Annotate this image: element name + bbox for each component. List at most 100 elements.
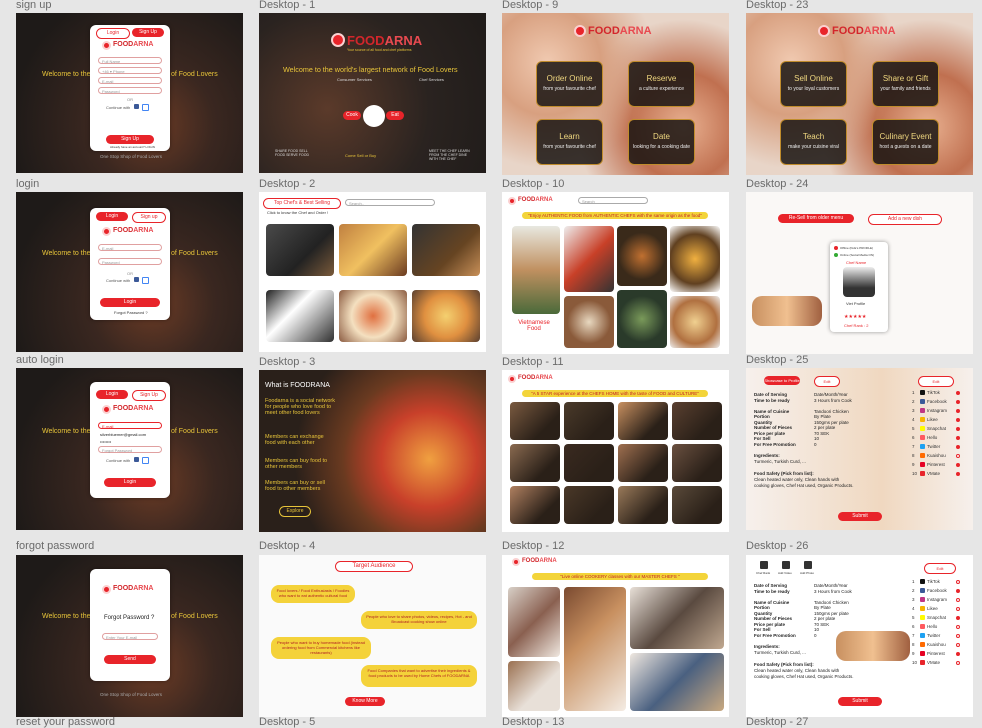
experience-photo[interactable] (672, 444, 722, 482)
experience-photo[interactable] (618, 486, 668, 524)
social-toggle[interactable] (956, 607, 960, 611)
facebook-icon[interactable] (134, 277, 139, 282)
food-photo[interactable] (266, 224, 334, 276)
social-toggle[interactable] (956, 634, 960, 638)
food-photo[interactable] (617, 290, 667, 348)
tab-signup[interactable]: Sign up (132, 212, 166, 223)
password-value[interactable]: •••••••• (100, 439, 111, 444)
forgot-password-field[interactable]: Forgot Password (98, 446, 162, 453)
showcase-tab[interactable]: Showcase to Profile (764, 376, 800, 385)
social-toggle[interactable] (956, 436, 960, 440)
frame-login[interactable]: Welcome to the of Food Lovers Login Sign… (16, 192, 243, 352)
ingredients[interactable]: Turmeric, Turkish Curd, ... (754, 650, 806, 656)
already-have-account[interactable]: Already have an account? LOGIN (110, 145, 155, 149)
offline-dot[interactable] (834, 246, 838, 250)
social-toggle[interactable] (956, 463, 960, 467)
experience-photo[interactable] (510, 402, 560, 440)
food-safety[interactable]: Clean heated water only, Clean hands wit… (754, 668, 854, 679)
experience-photo[interactable] (564, 444, 614, 482)
frame-forgot[interactable]: Welcome to the of Food Lovers FOODARNA F… (16, 555, 243, 717)
class-photo[interactable] (630, 587, 724, 649)
ingredients[interactable]: Turmeric, Turkish Curd, ... (754, 459, 806, 465)
phone-field[interactable]: +46 ▾ Phone (98, 67, 162, 74)
social-toggle[interactable] (956, 427, 960, 431)
facebook-icon[interactable] (134, 457, 139, 462)
email-field[interactable]: E-mail (98, 244, 162, 251)
frame-desktop-4[interactable]: Target Audience Food lovers / Food Enthu… (259, 555, 486, 717)
chef-select[interactable]: Chef Services (419, 77, 444, 82)
frame-desktop-12[interactable]: FOODARNA "Live online COOKERY classes wi… (502, 555, 729, 717)
class-photo[interactable] (564, 587, 626, 711)
food-photo[interactable] (670, 296, 720, 348)
edit-social-tab[interactable]: Edit (924, 563, 956, 574)
edit-social-tab[interactable]: Edit (918, 376, 954, 387)
know-more-button[interactable]: Know More (345, 697, 385, 706)
photo-icon[interactable] (804, 561, 812, 569)
forgot-password-link[interactable]: Forgot Password ? (114, 310, 148, 315)
social-toggle[interactable] (956, 643, 960, 647)
tile-sell-online[interactable]: Sell Online to your loyal customers (780, 61, 847, 107)
form-value[interactable]: 0 (814, 633, 817, 639)
food-photo[interactable] (339, 290, 407, 342)
tab-login[interactable]: Login (96, 28, 130, 39)
tile-date[interactable]: Date looking for a cooking date (628, 119, 695, 165)
social-toggle[interactable] (956, 616, 960, 620)
social-toggle[interactable] (956, 418, 960, 422)
form-value[interactable]: 3 Hours from Cook (814, 589, 852, 595)
frame-desktop-2[interactable]: Top Chef's & Best Selling Search.. Click… (259, 192, 486, 352)
frame-autologin[interactable]: Welcome to the of Food Lovers Login Sign… (16, 368, 243, 530)
email-field[interactable]: E-mail (98, 77, 162, 84)
consumer-select[interactable]: Consumer Services (337, 77, 372, 82)
form-value[interactable]: 3 Hours from Cook (814, 398, 852, 404)
google-icon[interactable] (142, 457, 149, 464)
cook-button[interactable]: Cook (343, 111, 361, 120)
class-photo[interactable] (508, 587, 560, 657)
submit-button[interactable]: Submit (838, 512, 882, 521)
experience-photo[interactable] (510, 444, 560, 482)
experience-photo[interactable] (618, 402, 668, 440)
submit-button[interactable]: Submit (838, 697, 882, 706)
tile-share-gift[interactable]: Share or Gift your family and friends (872, 61, 939, 107)
center-dial[interactable] (363, 105, 385, 127)
experience-photo[interactable] (672, 402, 722, 440)
food-photo[interactable] (266, 290, 334, 342)
tile-reserve[interactable]: Reserve a culture experience (628, 61, 695, 107)
email-value[interactable]: silverbluemer@gmail.com (100, 432, 146, 437)
food-photo[interactable] (564, 226, 614, 292)
social-toggle[interactable] (956, 580, 960, 584)
social-toggle[interactable] (956, 454, 960, 458)
explore-button[interactable]: Explore (279, 506, 311, 517)
login-button[interactable]: Login (100, 298, 160, 307)
social-toggle[interactable] (956, 625, 960, 629)
social-toggle[interactable] (956, 652, 960, 656)
frame-desktop-23[interactable]: FOODARNA Sell Online to your loyal custom… (746, 13, 973, 175)
tab-signup[interactable]: Sign Up (132, 28, 164, 37)
full-name-field[interactable]: Full Name (98, 57, 162, 64)
frame-desktop-3[interactable]: What is FOODRANA Foodarna is a social ne… (259, 370, 486, 532)
frame-desktop-1[interactable]: FOODARNA Your source of all food and che… (259, 13, 486, 173)
top-chefs-chip[interactable]: Top Chef's & Best Selling (263, 198, 341, 209)
rank-icon[interactable] (760, 561, 768, 569)
email-field[interactable]: Enter Your E-mail (102, 633, 158, 640)
chef-card[interactable]: Offline (Kids's PROFILE) Online (Social … (830, 242, 888, 332)
frame-desktop-9[interactable]: FOODARNA Order Online from your favourite… (502, 13, 729, 175)
search-input[interactable]: Search (578, 197, 648, 204)
tab-login[interactable]: Login (96, 390, 128, 399)
social-toggle[interactable] (956, 391, 960, 395)
food-photo[interactable] (670, 226, 720, 292)
food-photo[interactable] (512, 226, 560, 314)
class-photo[interactable] (630, 653, 724, 711)
tile-learn[interactable]: Learn from your favourite chef (536, 119, 603, 165)
search-input[interactable]: Search.. (345, 199, 435, 206)
social-toggle[interactable] (956, 472, 960, 476)
password-field[interactable]: Password (98, 87, 162, 94)
social-toggle[interactable] (956, 400, 960, 404)
resell-button[interactable]: Re-Sell from older menu (778, 214, 854, 223)
social-toggle[interactable] (956, 589, 960, 593)
food-photo[interactable] (617, 226, 667, 286)
login-button[interactable]: Login (104, 478, 156, 487)
social-toggle[interactable] (956, 445, 960, 449)
signup-button[interactable]: Sign Up (106, 135, 154, 144)
class-photo[interactable] (508, 661, 560, 711)
food-photo[interactable] (412, 224, 480, 276)
